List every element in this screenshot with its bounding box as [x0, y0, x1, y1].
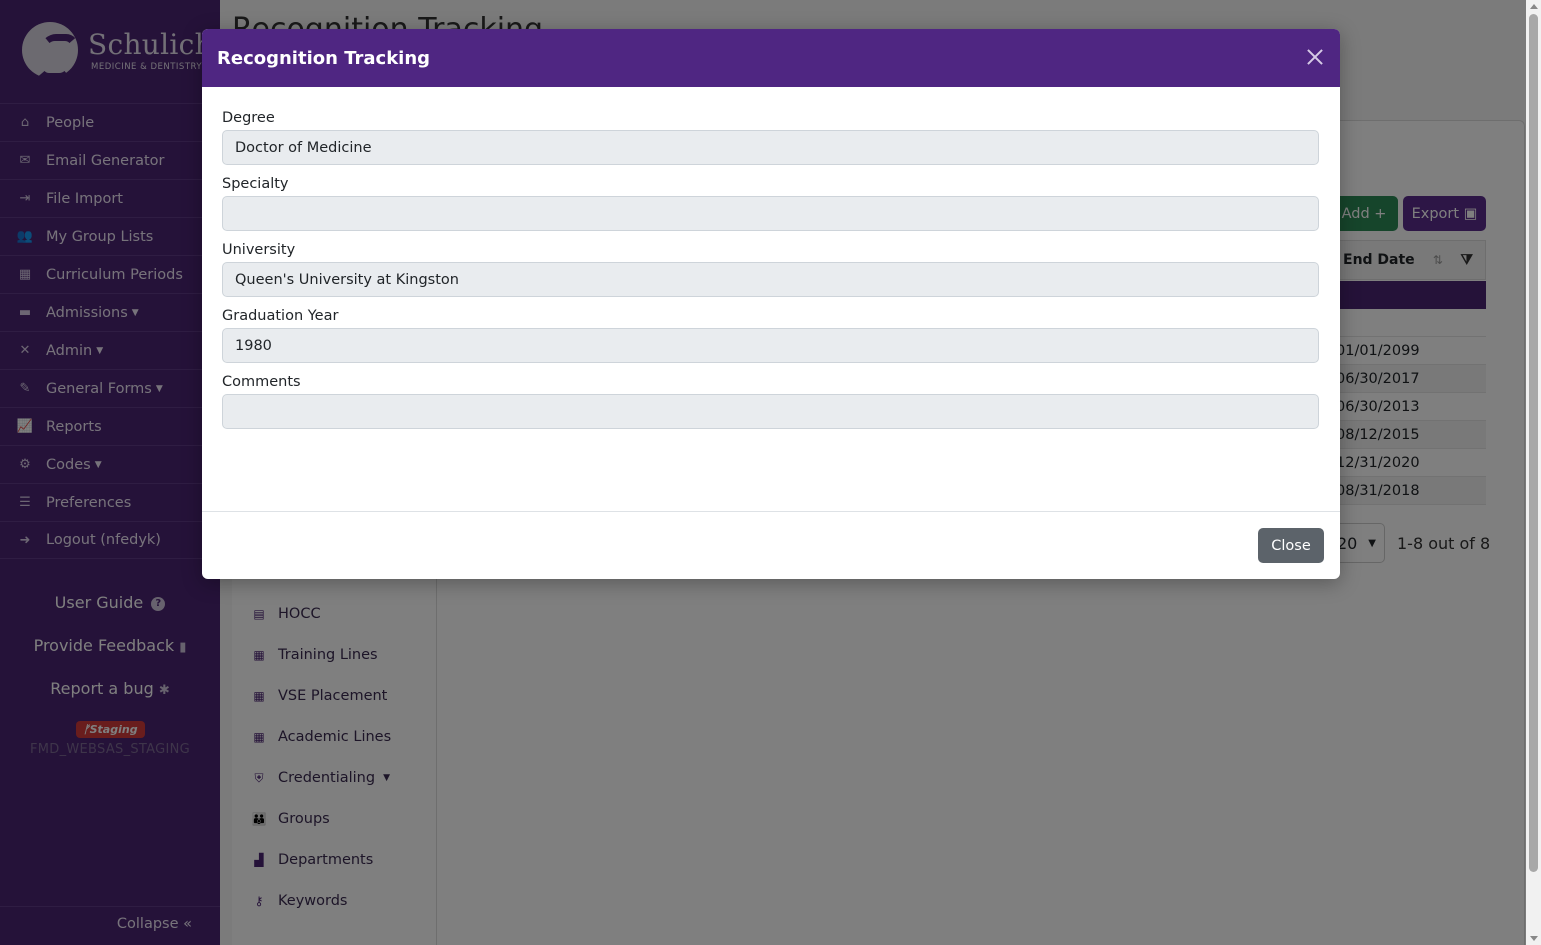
specialty-field[interactable]: [222, 196, 1319, 231]
close-icon[interactable]: [1304, 46, 1326, 68]
degree-label: Degree: [222, 110, 275, 126]
comments-field[interactable]: [222, 394, 1319, 429]
modal-body: Degree Specialty University Graduation Y…: [202, 87, 1340, 511]
scroll-up-arrow-icon[interactable]: [1530, 4, 1538, 9]
graduation-year-label: Graduation Year: [222, 308, 339, 324]
modal-header: Recognition Tracking: [202, 29, 1340, 87]
close-button[interactable]: Close: [1258, 528, 1324, 563]
specialty-label: Specialty: [222, 176, 289, 192]
modal-footer: Close: [202, 511, 1340, 579]
recognition-tracking-modal: Recognition Tracking Degree Specialty Un…: [202, 29, 1340, 579]
comments-label: Comments: [222, 374, 301, 390]
university-label: University: [222, 242, 296, 258]
university-field[interactable]: [222, 262, 1319, 297]
scrollbar-thumb[interactable]: [1529, 14, 1538, 872]
page-scrollbar[interactable]: [1526, 0, 1541, 945]
graduation-year-field[interactable]: [222, 328, 1319, 363]
modal-title: Recognition Tracking: [217, 47, 431, 69]
scroll-down-arrow-icon[interactable]: [1530, 936, 1538, 941]
degree-field[interactable]: [222, 130, 1319, 165]
